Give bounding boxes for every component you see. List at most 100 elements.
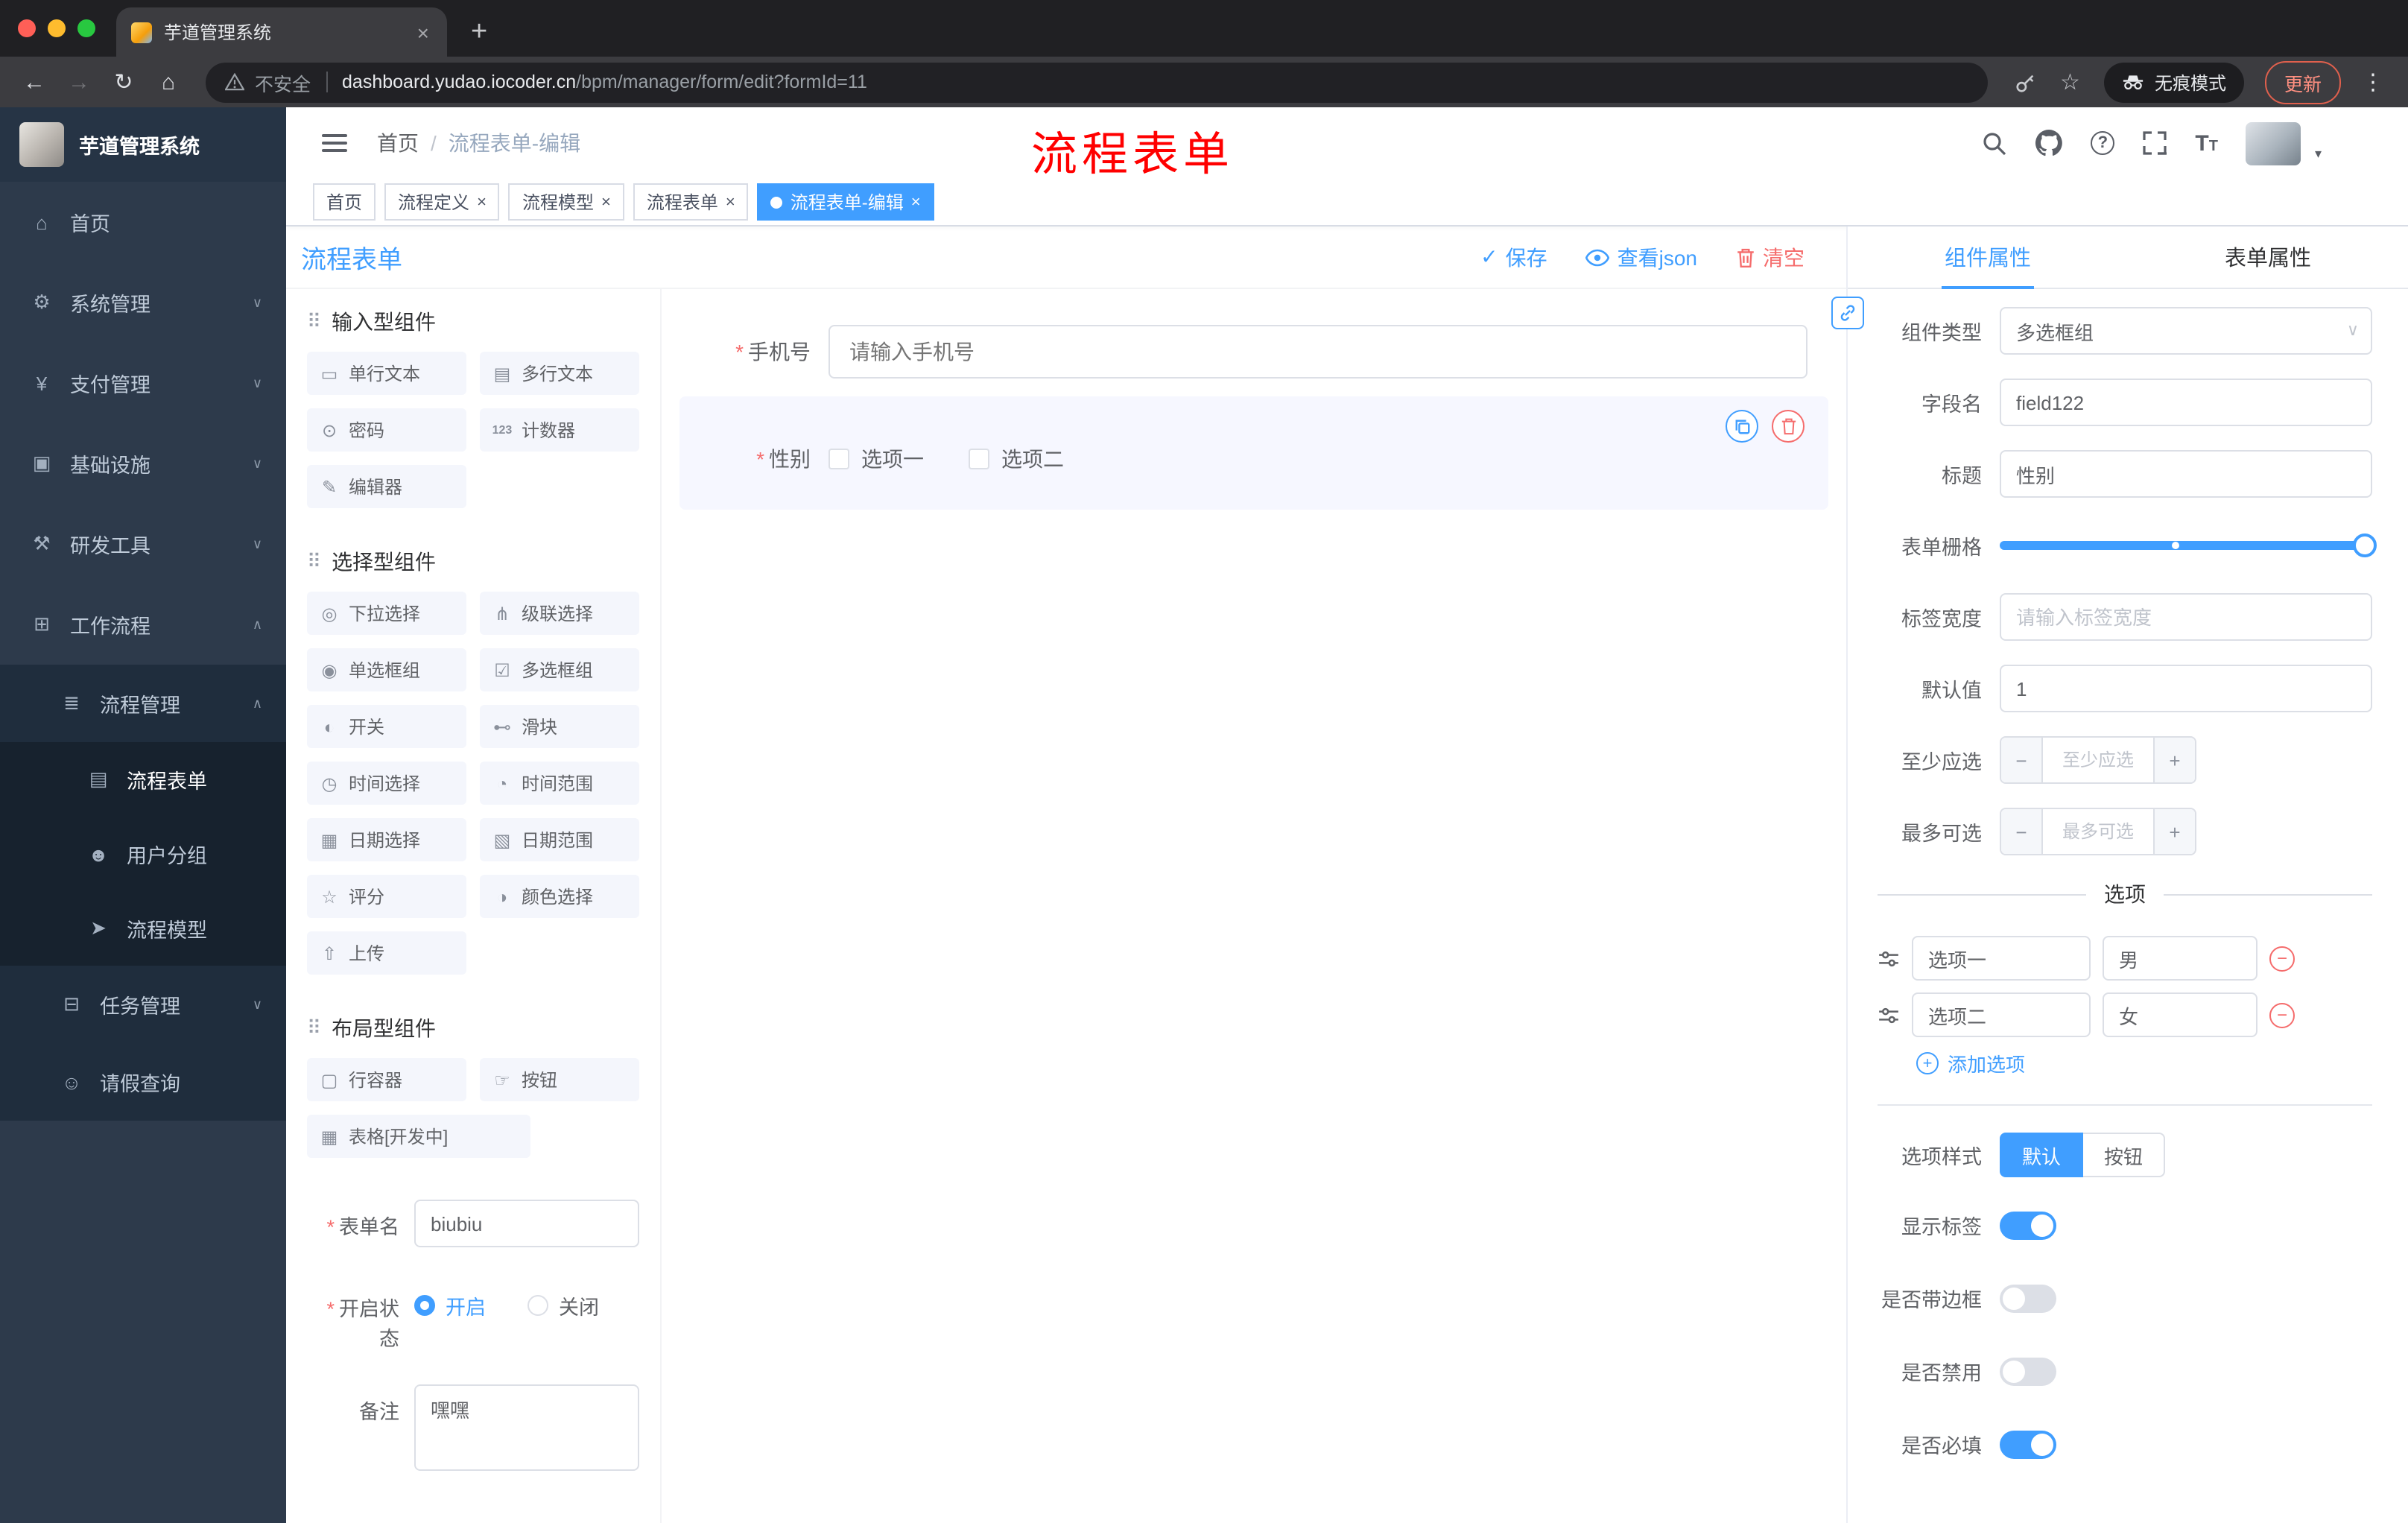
palette-item[interactable]: ☆ 评分	[307, 875, 466, 918]
sidebar-collapse-icon[interactable]	[322, 134, 347, 152]
palette-item[interactable]: ▤ 多行文本	[480, 352, 639, 395]
palette-item[interactable]: ▢ 行容器	[307, 1058, 466, 1101]
search-icon[interactable]	[1982, 130, 2007, 156]
reload-icon[interactable]: ↻	[104, 71, 143, 93]
delete-component-button[interactable]	[1772, 410, 1805, 443]
sidebar-item-system[interactable]: ⚙ 系统管理 ∨	[0, 262, 286, 343]
palette-item[interactable]: ⇧ 上传	[307, 931, 466, 975]
password-key-icon[interactable]	[2005, 71, 2045, 93]
add-option-button[interactable]: + 添加选项	[1916, 1049, 2372, 1077]
browser-menu-icon[interactable]: ⋮	[2353, 69, 2393, 95]
sidebar-item-process-form[interactable]: ▤ 流程表单	[0, 742, 286, 817]
status-radio-on[interactable]: 开启	[414, 1291, 486, 1320]
label-width-input[interactable]	[2000, 593, 2372, 641]
palette-item[interactable]: ⊙ 密码	[307, 408, 466, 452]
option-name-input[interactable]	[1912, 992, 2091, 1037]
tab-close-icon[interactable]: ×	[414, 20, 432, 44]
clear-button[interactable]: 清空	[1736, 242, 1805, 272]
tab-component-props[interactable]: 组件属性	[1848, 227, 2128, 288]
design-canvas[interactable]: 手机号	[662, 289, 1846, 1523]
forward-icon[interactable]: →	[60, 71, 98, 93]
browser-update-button[interactable]: 更新	[2264, 60, 2341, 104]
github-icon[interactable]	[2035, 130, 2063, 156]
palette-item[interactable]: ✎ 编辑器	[307, 465, 466, 508]
link-icon[interactable]	[1831, 297, 1864, 329]
palette-item[interactable]: ◑ 颜色选择	[480, 875, 639, 918]
tag-process-form[interactable]: 流程表单 ×	[633, 183, 749, 221]
default-value-input[interactable]	[2000, 665, 2372, 712]
min-select-input[interactable]	[2043, 738, 2153, 782]
option-value-input[interactable]	[2103, 936, 2258, 981]
title-input[interactable]	[2000, 450, 2372, 498]
sidebar-item-workflow[interactable]: ⊞ 工作流程 ∧	[0, 584, 286, 665]
window-close-button[interactable]	[18, 19, 36, 37]
remove-option-icon[interactable]: −	[2269, 946, 2295, 971]
border-toggle[interactable]	[2000, 1284, 2056, 1312]
gender-checkbox-option2[interactable]: 选项二	[969, 444, 1064, 474]
palette-item[interactable]: ◔ 时间范围	[480, 762, 639, 805]
palette-item[interactable]: ⊷ 滑块	[480, 705, 639, 748]
close-icon[interactable]: ×	[601, 193, 611, 211]
browser-tab[interactable]: 芋道管理系统 ×	[116, 7, 447, 57]
font-size-icon[interactable]: TT	[2195, 130, 2218, 156]
app-logo[interactable]: 芋道管理系统	[0, 107, 286, 182]
style-button-button[interactable]: 按钮	[2083, 1133, 2166, 1177]
palette-item[interactable]: ☞ 按钮	[480, 1058, 639, 1101]
palette-item[interactable]: ◷ 时间选择	[307, 762, 466, 805]
palette-item[interactable]: ◉ 单选框组	[307, 648, 466, 691]
remove-option-icon[interactable]: −	[2269, 1002, 2295, 1028]
tag-home[interactable]: 首页	[313, 183, 376, 221]
palette-item[interactable]: ◎ 下拉选择	[307, 592, 466, 635]
canvas-field-gender-selected[interactable]: 性别 选项一 选项二	[679, 396, 1828, 510]
gender-checkbox-option1[interactable]: 选项一	[828, 444, 924, 474]
phone-field-input[interactable]	[828, 325, 1807, 379]
sidebar-item-home[interactable]: ⌂ 首页	[0, 182, 286, 262]
fullscreen-icon[interactable]	[2143, 131, 2167, 155]
palette-item[interactable]: ▭ 单行文本	[307, 352, 466, 395]
sidebar-item-task-mgmt[interactable]: ⊟ 任务管理 ∨	[0, 966, 286, 1043]
drag-handle-icon[interactable]	[1878, 1004, 1900, 1026]
tab-form-props[interactable]: 表单属性	[2128, 227, 2408, 288]
address-bar[interactable]: 不安全 dashboard.yudao.iocoder.cn/bpm/manag…	[206, 62, 1988, 102]
home-icon[interactable]: ⌂	[149, 71, 188, 93]
sidebar-item-process-model[interactable]: ➤ 流程模型	[0, 891, 286, 966]
sidebar-item-infrastructure[interactable]: ▣ 基础设施 ∨	[0, 423, 286, 504]
palette-item[interactable]: ▦ 日期选择	[307, 818, 466, 861]
palette-item[interactable]: ▦ 表格[开发中]	[307, 1115, 530, 1158]
remark-textarea[interactable]: 嘿嘿	[414, 1384, 639, 1471]
window-zoom-button[interactable]	[77, 19, 95, 37]
sidebar-item-process-mgmt[interactable]: ≣ 流程管理 ∧	[0, 665, 286, 742]
help-icon[interactable]: ?	[2091, 131, 2115, 155]
form-name-input[interactable]	[414, 1200, 639, 1247]
minus-icon[interactable]: −	[2001, 738, 2043, 782]
close-icon[interactable]: ×	[477, 193, 487, 211]
palette-item[interactable]: ▧ 日期范围	[480, 818, 639, 861]
style-default-button[interactable]: 默认	[2000, 1133, 2084, 1177]
show-label-toggle[interactable]	[2000, 1211, 2056, 1239]
tag-process-model[interactable]: 流程模型 ×	[508, 183, 624, 221]
save-button[interactable]: ✓ 保存	[1480, 242, 1547, 272]
option-name-input[interactable]	[1912, 936, 2091, 981]
back-icon[interactable]: ←	[15, 71, 54, 93]
status-radio-off[interactable]: 关闭	[527, 1291, 599, 1320]
window-minimize-button[interactable]	[48, 19, 66, 37]
tag-process-form-edit[interactable]: 流程表单-编辑 ×	[757, 183, 934, 221]
option-value-input[interactable]	[2103, 992, 2258, 1037]
slider-handle[interactable]	[2353, 533, 2377, 557]
disabled-toggle[interactable]	[2000, 1357, 2056, 1385]
required-toggle[interactable]	[2000, 1430, 2056, 1458]
component-type-select[interactable]: ∨	[2000, 307, 2372, 355]
drag-handle-icon[interactable]	[1878, 947, 1900, 969]
new-tab-button[interactable]: +	[471, 18, 487, 46]
sidebar-item-devtools[interactable]: ⚒ 研发工具 ∨	[0, 504, 286, 584]
max-select-input[interactable]	[2043, 809, 2153, 854]
palette-item[interactable]: ◐ 开关	[307, 705, 466, 748]
plus-icon[interactable]: +	[2153, 738, 2195, 782]
user-avatar[interactable]	[2246, 121, 2301, 165]
close-icon[interactable]: ×	[726, 193, 735, 211]
close-icon[interactable]: ×	[911, 193, 921, 211]
copy-component-button[interactable]	[1726, 410, 1758, 443]
view-json-button[interactable]: 查看json	[1585, 242, 1697, 272]
bookmark-star-icon[interactable]: ☆	[2051, 69, 2089, 95]
palette-item[interactable]: ⋔ 级联选择	[480, 592, 639, 635]
